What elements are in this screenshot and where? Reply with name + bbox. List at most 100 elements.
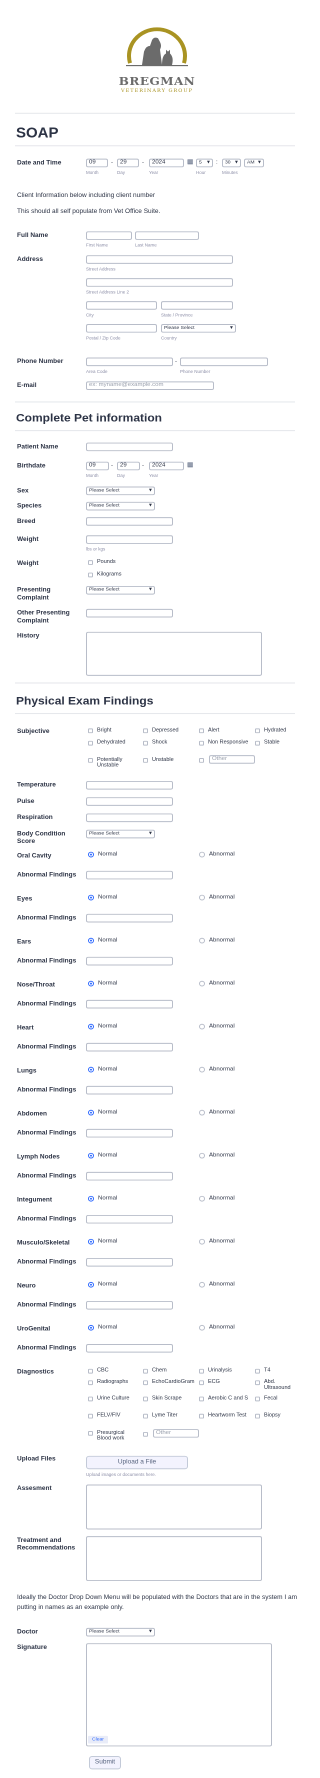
subjective-potentially-unstable[interactable]: Potentially Unstable (88, 757, 138, 769)
abdomen-abnormal-radio[interactable]: Abnormal (199, 1109, 235, 1116)
country-select[interactable]: Please Select (161, 324, 236, 333)
heart-abnormal-radio[interactable]: Abnormal (199, 1023, 235, 1030)
phone-number-input[interactable] (180, 357, 268, 367)
diag-heartworm-test[interactable]: Heartworm Test (199, 1413, 249, 1419)
oral-cavity-normal-radio[interactable]: Normal (88, 851, 117, 858)
subjective-other-input[interactable]: Other (209, 755, 255, 764)
subjective-hydrated[interactable]: Hydrated (255, 727, 286, 733)
birth-month-input[interactable]: 09 (86, 461, 109, 471)
calendar-icon[interactable]: ▦ (187, 158, 194, 166)
subjective-other[interactable] (199, 757, 208, 763)
doctor-select[interactable]: Please Select (86, 1627, 155, 1637)
history-textarea[interactable] (86, 631, 262, 676)
subjective-alert[interactable]: Alert (199, 727, 219, 733)
lungs-normal-radio[interactable]: Normal (88, 1066, 117, 1073)
diag-chem[interactable]: Chem (143, 1368, 167, 1374)
eyes-normal-radio[interactable]: Normal (88, 894, 117, 901)
temperature-input[interactable] (86, 780, 173, 790)
abdomen-abnormal-input[interactable] (86, 1128, 173, 1138)
pulse-input[interactable] (86, 797, 173, 806)
patient-name-input[interactable] (86, 442, 173, 452)
kilograms-checkbox[interactable]: Kilograms (88, 572, 121, 577)
other-complaint-input[interactable] (86, 608, 173, 618)
musculo-skeletal-abnormal-input[interactable] (86, 1257, 173, 1267)
sex-select[interactable]: Please Select (86, 486, 155, 496)
diag-fecal[interactable]: Fecal (255, 1396, 277, 1401)
treatment-textarea[interactable] (86, 1536, 262, 1582)
ears-abnormal-radio[interactable]: Abnormal (199, 937, 235, 944)
street-address-input[interactable] (86, 255, 233, 264)
first-name-input[interactable] (86, 231, 132, 240)
urogenital-abnormal-input[interactable] (86, 1343, 173, 1353)
nose-throat-normal-radio[interactable]: Normal (88, 980, 117, 987)
neuro-abnormal-radio[interactable]: Abnormal (199, 1281, 235, 1288)
subjective-unstable[interactable]: Unstable (143, 757, 174, 763)
birth-day-input[interactable]: 29 (117, 461, 140, 471)
weight-input[interactable] (86, 535, 173, 544)
oral-cavity-abnormal-radio[interactable]: Abnormal (199, 851, 235, 858)
ears-normal-radio[interactable]: Normal (88, 937, 117, 944)
nose-throat-abnormal-radio[interactable]: Abnormal (199, 980, 235, 987)
street-address-2-input[interactable] (86, 278, 233, 287)
signature-pad[interactable] (86, 1643, 272, 1747)
respiration-input[interactable] (86, 813, 173, 823)
integument-abnormal-radio[interactable]: Abnormal (199, 1195, 235, 1202)
nose-throat-abnormal-input[interactable] (86, 999, 173, 1009)
abdomen-normal-radio[interactable]: Normal (88, 1109, 117, 1116)
hour-select[interactable]: 5 (196, 158, 213, 168)
clear-signature-button[interactable]: Clear (88, 1735, 108, 1744)
musculo-skeletal-abnormal-radio[interactable]: Abnormal (199, 1238, 235, 1245)
subjective-bright[interactable]: Bright (88, 727, 111, 733)
year-input[interactable]: 2024 (149, 158, 184, 168)
neuro-abnormal-input[interactable] (86, 1300, 173, 1310)
subjective-stable[interactable]: Stable (255, 740, 280, 746)
day-input[interactable]: 29 (117, 158, 139, 168)
integument-normal-radio[interactable]: Normal (88, 1195, 117, 1202)
eyes-abnormal-input[interactable] (86, 913, 173, 923)
urogenital-normal-radio[interactable]: Normal (88, 1324, 117, 1331)
lungs-abnormal-radio[interactable]: Abnormal (199, 1066, 235, 1073)
diag-biopsy[interactable]: Biopsy (255, 1413, 281, 1419)
upload-file-button[interactable]: Upload a File (86, 1455, 188, 1470)
calendar-icon[interactable]: ▦ (187, 461, 194, 469)
diag-other-input[interactable]: Other (153, 1429, 199, 1438)
bcs-select[interactable]: Please Select (86, 829, 155, 839)
diag-urinalysis[interactable]: Urinalysis (199, 1368, 232, 1374)
submit-button[interactable]: Submit (89, 1755, 121, 1770)
integument-abnormal-input[interactable] (86, 1214, 173, 1224)
ears-abnormal-input[interactable] (86, 956, 173, 966)
lymph-nodes-abnormal-radio[interactable]: Abnormal (199, 1152, 235, 1159)
birth-year-input[interactable]: 2024 (149, 461, 184, 471)
diag-aerobic-cs[interactable]: Aerobic C and S (199, 1396, 249, 1401)
heart-abnormal-input[interactable] (86, 1042, 173, 1052)
complaint-select[interactable]: Please Select (86, 585, 155, 595)
diag-felv-fiv[interactable]: FELV/FIV (88, 1413, 120, 1419)
diag-ecg[interactable]: ECG (199, 1379, 220, 1385)
diag-radiographs[interactable]: Radiographs (88, 1379, 128, 1385)
lymph-nodes-abnormal-input[interactable] (86, 1171, 173, 1181)
ampm-select[interactable]: AM (244, 158, 264, 168)
minute-select[interactable]: 30 (222, 158, 241, 168)
subjective-shock[interactable]: Shock (143, 740, 167, 746)
diag-t4[interactable]: T4 (255, 1368, 270, 1374)
subjective-non-responsive[interactable]: Non Responsive (199, 740, 249, 746)
last-name-input[interactable] (135, 231, 199, 240)
heart-normal-radio[interactable]: Normal (88, 1023, 117, 1030)
diag-lyme-titer[interactable]: Lyme Titer (143, 1413, 177, 1419)
subjective-dehydrated[interactable]: Dehydrated (88, 740, 125, 746)
pounds-checkbox[interactable]: Pounds (88, 559, 116, 565)
diag-echocardiogram[interactable]: EchoCardioGram (143, 1379, 195, 1385)
oral-cavity-abnormal-input[interactable] (86, 870, 173, 880)
lymph-nodes-normal-radio[interactable]: Normal (88, 1152, 117, 1159)
diag-other[interactable] (143, 1431, 152, 1437)
diag-skin-scrape[interactable]: Skin Scrape (143, 1396, 182, 1401)
subjective-depressed[interactable]: Depressed (143, 727, 179, 733)
diag-cbc[interactable]: CBC (88, 1368, 109, 1374)
state-input[interactable] (161, 301, 233, 310)
month-input[interactable]: 09 (86, 158, 108, 168)
eyes-abnormal-radio[interactable]: Abnormal (199, 894, 235, 901)
breed-input[interactable] (86, 517, 173, 526)
diag-presurgical-bloodwork[interactable]: Presurgical Blood work (88, 1430, 138, 1441)
postal-input[interactable] (86, 324, 157, 333)
area-code-input[interactable] (86, 357, 173, 367)
